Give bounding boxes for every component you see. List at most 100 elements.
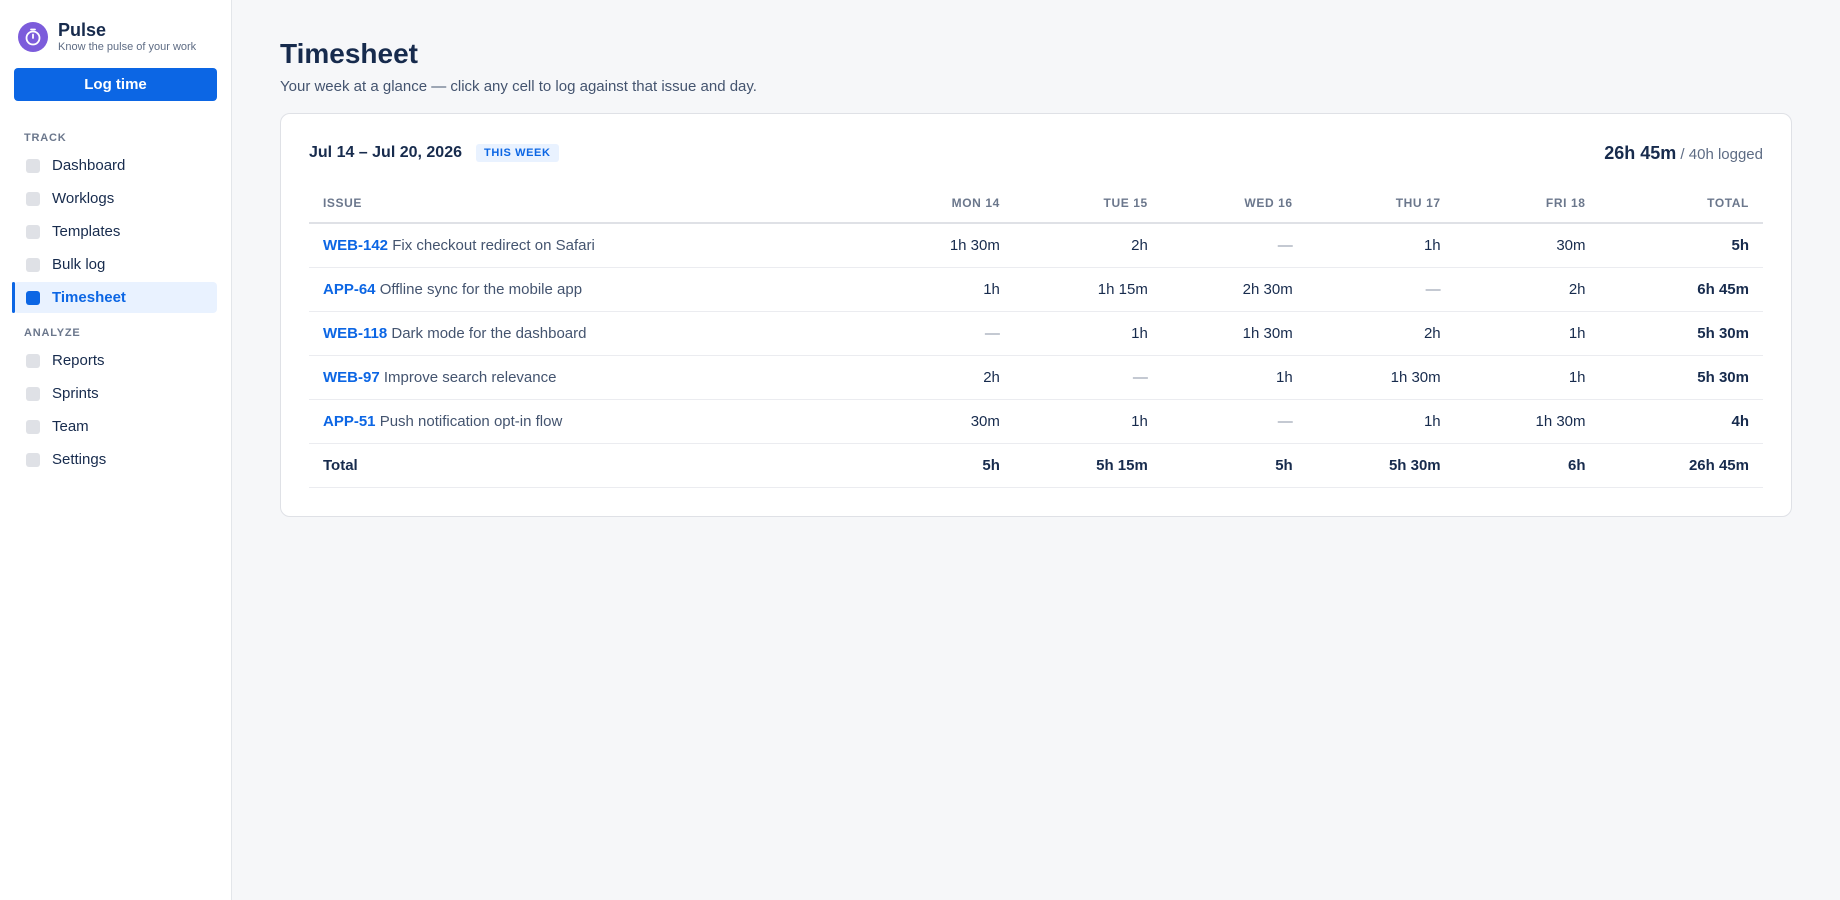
- row-total: 5h 30m: [1599, 311, 1763, 356]
- row-total: 4h: [1599, 399, 1763, 444]
- stopwatch-icon: [18, 22, 48, 52]
- logged-target: / 40h logged: [1680, 145, 1763, 163]
- issue-key-link[interactable]: WEB-97: [323, 369, 380, 386]
- time-cell-tue[interactable]: 2h: [1013, 223, 1162, 268]
- sidebar-item-team[interactable]: Team: [14, 411, 217, 442]
- day-total-tue: 5h 15m: [1013, 443, 1162, 488]
- time-cell-wed[interactable]: 2h 30m: [1161, 267, 1307, 312]
- log-time-button[interactable]: Log time: [14, 68, 217, 101]
- sidebar-item-templates[interactable]: Templates: [14, 216, 217, 247]
- time-cell-fri[interactable]: 1h: [1454, 311, 1600, 356]
- time-cell-thu[interactable]: 1h: [1306, 223, 1455, 268]
- week-range: Jul 14 – Jul 20, 2026 THIS WEEK: [309, 144, 559, 162]
- issue-key-link[interactable]: APP-51: [323, 413, 376, 430]
- column-header-thu: THU 17: [1306, 184, 1455, 224]
- sidebar-item-label: Templates: [52, 223, 121, 240]
- sidebar-item-bulk-log[interactable]: Bulk log: [14, 249, 217, 280]
- this-week-badge: THIS WEEK: [476, 144, 559, 162]
- time-cell-tue[interactable]: 1h: [1013, 399, 1162, 444]
- table-header-row: ISSUE MON 14 TUE 15 WED 16 THU 17 FRI 18…: [309, 184, 1763, 224]
- time-cell-tue[interactable]: 1h: [1013, 311, 1162, 356]
- brand: Pulse Know the pulse of your work: [14, 18, 217, 54]
- issue-cell: APP-51 Push notification opt-in flow: [309, 399, 869, 444]
- sidebar-item-timesheet[interactable]: Timesheet: [12, 282, 217, 313]
- nav-section-track: TRACK: [24, 132, 67, 144]
- time-cell-fri[interactable]: 1h 30m: [1454, 399, 1600, 444]
- issue-key-link[interactable]: WEB-118: [323, 325, 387, 342]
- reports-icon: [26, 353, 40, 368]
- column-header-mon: MON 14: [869, 184, 1014, 224]
- app-name: Pulse: [58, 20, 107, 40]
- sidebar-item-sprints[interactable]: Sprints: [14, 378, 217, 409]
- table-row: WEB-118 Dark mode for the dashboard —1h 1h…: [309, 311, 1763, 356]
- day-total-wed: 5h: [1161, 443, 1307, 488]
- sidebar-item-label: Sprints: [52, 385, 99, 402]
- sidebar-item-worklogs[interactable]: Worklogs: [14, 183, 217, 214]
- worklogs-icon: [26, 191, 40, 206]
- row-total: 5h 30m: [1599, 355, 1763, 400]
- app-tagline: Know the pulse of your work: [58, 41, 197, 53]
- time-cell-fri[interactable]: 2h: [1454, 267, 1600, 312]
- time-cell-mon[interactable]: —: [869, 311, 1014, 356]
- time-cell-thu[interactable]: 2h: [1306, 311, 1455, 356]
- week-range-label: Jul 14 – Jul 20, 2026: [309, 144, 462, 161]
- column-header-tue: TUE 15: [1013, 184, 1162, 224]
- time-cell-wed[interactable]: 1h 30m: [1161, 311, 1307, 356]
- time-cell-mon[interactable]: 2h: [869, 355, 1014, 400]
- templates-icon: [26, 224, 40, 239]
- time-cell-thu[interactable]: —: [1306, 267, 1455, 312]
- sidebar-item-label: Timesheet: [52, 289, 126, 306]
- time-cell-thu[interactable]: 1h: [1306, 399, 1455, 444]
- time-cell-wed[interactable]: —: [1161, 399, 1307, 444]
- column-header-issue: ISSUE: [309, 184, 869, 224]
- sidebar-item-settings[interactable]: Settings: [14, 444, 217, 475]
- page-title: Timesheet: [280, 38, 418, 69]
- time-cell-fri[interactable]: 1h: [1454, 355, 1600, 400]
- time-cell-wed[interactable]: 1h: [1161, 355, 1307, 400]
- table-row: WEB-97 Improve search relevance 2h —1h 1h 3…: [309, 355, 1763, 400]
- time-cell-tue[interactable]: —: [1013, 355, 1162, 400]
- sidebar-item-reports[interactable]: Reports: [14, 345, 217, 376]
- time-cell-mon[interactable]: 1h: [869, 267, 1014, 312]
- column-header-fri: FRI 18: [1454, 184, 1600, 224]
- timesheet-icon: [26, 290, 40, 305]
- table-row: WEB-142 Fix checkout redirect on Safari 1…: [309, 223, 1763, 268]
- issue-title: Push notification opt-in flow: [379, 412, 563, 430]
- bulk-log-icon: [26, 257, 40, 272]
- team-icon: [26, 419, 40, 434]
- issue-cell: WEB-142 Fix checkout redirect on Safari: [309, 223, 869, 268]
- time-cell-tue[interactable]: 1h 15m: [1013, 267, 1162, 312]
- issue-key-link[interactable]: WEB-142: [323, 237, 388, 254]
- settings-icon: [26, 452, 40, 467]
- logged-summary: 26h 45m / 40h logged: [1604, 143, 1763, 164]
- sprints-icon: [26, 386, 40, 401]
- page-subtitle: Your week at a glance — click any cell t…: [280, 78, 757, 95]
- sidebar-item-label: Worklogs: [52, 190, 115, 207]
- issue-cell: WEB-97 Improve search relevance: [309, 355, 869, 400]
- row-total: 6h 45m: [1599, 267, 1763, 312]
- issue-title: Fix checkout redirect on Safari: [392, 236, 595, 254]
- nav-section-analyze: ANALYZE: [24, 327, 81, 339]
- table-row: APP-51 Push notification opt-in flow 30m 1…: [309, 399, 1763, 444]
- time-cell-mon[interactable]: 30m: [869, 399, 1014, 444]
- sidebar-item-label: Bulk log: [52, 256, 106, 273]
- issue-title: Offline sync for the mobile app: [379, 280, 583, 298]
- totals-label: Total: [309, 443, 869, 488]
- issue-key-link[interactable]: APP-64: [323, 281, 376, 298]
- sidebar: Pulse Know the pulse of your work Log ti…: [0, 0, 232, 900]
- day-total-mon: 5h: [869, 443, 1014, 488]
- sidebar-item-dashboard[interactable]: Dashboard: [14, 150, 217, 181]
- time-cell-fri[interactable]: 30m: [1454, 223, 1600, 268]
- time-cell-wed[interactable]: —: [1161, 223, 1307, 268]
- sidebar-item-label: Reports: [52, 352, 105, 369]
- table-row: APP-64 Offline sync for the mobile app 1h…: [309, 267, 1763, 312]
- sidebar-item-label: Dashboard: [52, 157, 126, 174]
- column-header-wed: WED 16: [1161, 184, 1307, 224]
- time-cell-thu[interactable]: 1h 30m: [1306, 355, 1455, 400]
- sidebar-item-label: Team: [52, 418, 89, 435]
- row-total: 5h: [1599, 223, 1763, 268]
- day-total-fri: 6h: [1454, 443, 1600, 488]
- time-cell-mon[interactable]: 1h 30m: [869, 223, 1014, 268]
- totals-row: Total 5h 5h 15m 5h 5h 30m 6h 26h 45m: [309, 443, 1763, 488]
- grand-total: 26h 45m: [1599, 443, 1763, 488]
